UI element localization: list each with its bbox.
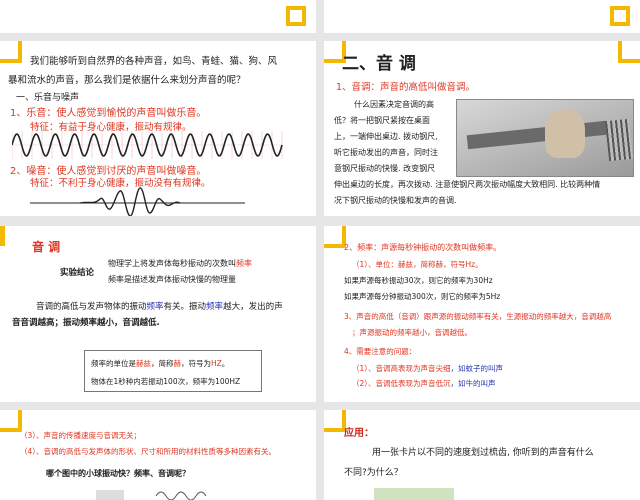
freq-line-1: 2、频率：声源每秒钟振动的次数叫做频率。: [344, 243, 502, 252]
factor-line-1: （3）、声音的传播速度与音调无关；: [20, 431, 142, 440]
conclusion-line-2: 频率是描述发声体振动快慢的物理量: [108, 275, 236, 284]
body-line: 听它振动发出的声音，同时注: [334, 148, 438, 157]
body-line: 低？将一把钢尺紧按在桌面: [334, 116, 430, 125]
body-line: 上，一端伸出桌边. 拨动钢尺,: [334, 132, 438, 141]
item-music: 1、乐音：使人感觉到愉悦的声音叫做乐音。: [10, 108, 207, 119]
slide-title: 二、音 调: [342, 54, 416, 74]
body-line: 况下钢尺振动的快慢和发声的音调.: [334, 196, 457, 205]
accent-bar-icon: [0, 226, 5, 246]
slide-pitch-conclusion[interactable]: 音 调 实验结论 物理学上将发声体每秒振动的次数叫频率 频率是描述发声体振动快慢…: [0, 226, 316, 402]
freq-line-9: （2）、音调低表现为声音低沉，如牛的叫声: [352, 379, 496, 388]
box-line-1: 频率的单位是赫兹，简称赫，符号为HZ。: [91, 359, 230, 368]
irregular-wave-graphic: [30, 187, 245, 216]
comb-photo-image: [374, 488, 454, 500]
freq-line-2: （1）、单位：赫兹，简称赫，符号Hz。: [352, 260, 483, 269]
slide-music-noise[interactable]: 我们能够听到自然界的各种声音，如鸟、青蛙、猫、狗、风 暴和流水的声音，那么我们是…: [0, 41, 316, 216]
freq-line-4: 如果声源每分钟振动300次，则它的频率为5Hz: [344, 292, 501, 301]
corner-accent-icon: [618, 41, 640, 63]
corner-accent-icon: [324, 410, 346, 432]
wave-figure-graphic: [96, 490, 207, 500]
para-line-2: 音音调越高；振动频率越小，音调越低.: [12, 318, 160, 328]
freq-line-7: 4、需要注意的问题：: [344, 347, 417, 356]
freq-line-8: （1）、音调高表现为声音尖细，如蚊子的叫声: [352, 364, 504, 373]
regular-wave-graphic: [12, 131, 283, 159]
intro-line-2: 暴和流水的声音，那么我们是依据什么来划分声音的呢？: [8, 75, 246, 86]
corner-accent-icon: [0, 41, 22, 63]
slide-title: 音 调: [32, 240, 61, 254]
top-slide-left: [0, 0, 316, 33]
factor-line-2: （4）、音调的高低与发声体的形状、尺寸和所用的材料性质等多种因素有关。: [20, 447, 277, 456]
section-heading: 一、乐音与噪声: [16, 93, 80, 103]
frequency-unit-box: 频率的单位是赫兹，简称赫，符号为HZ。 物体在1秒种内若振动100次，频率为10…: [84, 350, 262, 392]
top-slide-right: [324, 0, 640, 33]
application-line-2: 不同?为什么？: [344, 468, 403, 478]
slide-title: 应用：: [344, 428, 374, 439]
ruler-photo-image: [456, 99, 634, 177]
accent-square-icon: [286, 6, 306, 26]
accent-square-icon: [610, 6, 630, 26]
body-line: 意钢尺振动的快慢. 改变钢尺: [334, 164, 436, 173]
slide-pitch-intro[interactable]: 二、音 调 1、音调：声音的高低叫做音调。 什么因素决定音调的高 低？将一把钢尺…: [324, 41, 640, 216]
freq-line-6: ；声源振动的频率越小，音调越低。: [352, 328, 472, 337]
freq-line-3: 如果声源每秒振动30次，则它的频率为30Hz: [344, 276, 493, 285]
subtitle: 1、音调：声音的高低叫做音调。: [336, 82, 476, 93]
slide-frequency[interactable]: 2、频率：声源每秒钟振动的次数叫做频率。 （1）、单位：赫兹，简称赫，符号Hz。…: [324, 226, 640, 402]
para-line-1: 音调的高低与发声物体的振动频率有关。振动频率越大，发出的声: [36, 302, 283, 312]
body-line: 什么因素决定音调的高: [354, 100, 434, 109]
box-line-2: 物体在1秒种内若振动100次，频率为100HZ: [91, 377, 241, 386]
freq-line-5: 3、声音的高低（音调）跟声源的振动频率有关，生源振动的频率越大，音调越高: [344, 312, 612, 321]
intro-line-1: 我们能够听到自然界的各种声音，如鸟、青蛙、猫、狗、风: [30, 56, 278, 67]
corner-accent-icon: [324, 226, 346, 248]
conclusion-label: 实验结论: [60, 268, 95, 278]
slide-pitch-factors[interactable]: （3）、声音的传播速度与音调无关； （4）、音调的高低与发声体的形状、尺寸和所用…: [0, 410, 316, 500]
question: 哪个图中的小球振动快？频率、音调呢？: [46, 469, 190, 478]
body-line: 伸出桌边的长度，再次拨动. 注意使钢尺两次振动幅度大致相同. 比较两种情: [334, 180, 601, 189]
application-line-1: 用一张卡片以不同的速度划过梳齿, 你听到的声音有什么: [372, 448, 594, 458]
corner-accent-icon: [0, 410, 22, 432]
conclusion-line-1: 物理学上将发声体每秒振动的次数叫频率: [108, 259, 252, 268]
slide-application[interactable]: 应用： 用一张卡片以不同的速度划过梳齿, 你听到的声音有什么 不同?为什么？: [324, 410, 640, 500]
